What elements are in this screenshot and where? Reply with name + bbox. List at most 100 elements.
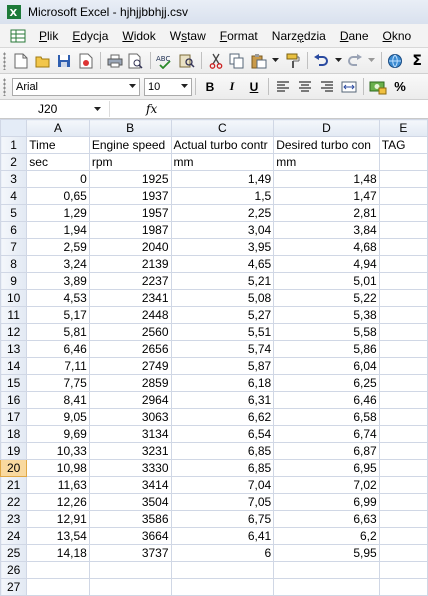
menu-insert[interactable]: Wstaw bbox=[170, 29, 206, 43]
cell-d8[interactable]: 4,94 bbox=[273, 255, 380, 273]
cell-b25[interactable]: 3737 bbox=[88, 544, 172, 562]
row-header[interactable]: 16 bbox=[0, 391, 28, 409]
cell-e22[interactable] bbox=[378, 493, 428, 511]
row-header[interactable]: 5 bbox=[0, 204, 28, 222]
cell-d19[interactable]: 6,87 bbox=[273, 442, 380, 460]
format-painter-icon[interactable] bbox=[284, 52, 302, 70]
cell-b9[interactable]: 2237 bbox=[88, 272, 172, 290]
row-header[interactable]: 27 bbox=[0, 578, 28, 596]
row-header[interactable]: 12 bbox=[0, 323, 28, 341]
cell-c24[interactable]: 6,41 bbox=[170, 527, 275, 545]
spelling-icon[interactable]: ABC bbox=[156, 52, 174, 70]
cell-c16[interactable]: 6,31 bbox=[170, 391, 275, 409]
row-header[interactable]: 6 bbox=[0, 221, 28, 239]
row-header[interactable]: 21 bbox=[0, 476, 28, 494]
row-header[interactable]: 7 bbox=[0, 238, 28, 256]
cell-d18[interactable]: 6,74 bbox=[273, 425, 380, 443]
insert-function-icon[interactable]: fx bbox=[146, 102, 157, 116]
cell-b7[interactable]: 2040 bbox=[88, 238, 172, 256]
cell-c19[interactable]: 6,85 bbox=[170, 442, 275, 460]
cell-e2[interactable] bbox=[378, 153, 428, 171]
cell-e17[interactable] bbox=[378, 408, 428, 426]
cell-d21[interactable]: 7,02 bbox=[273, 476, 380, 494]
row-header[interactable]: 4 bbox=[0, 187, 28, 205]
row-header[interactable]: 8 bbox=[0, 255, 28, 273]
row-header[interactable]: 19 bbox=[0, 442, 28, 460]
cell-c2[interactable]: mm bbox=[170, 153, 275, 171]
cell-a12[interactable]: 5,81 bbox=[26, 323, 90, 341]
cell-c7[interactable]: 3,95 bbox=[170, 238, 275, 256]
paste-icon[interactable] bbox=[250, 52, 268, 70]
menu-edit[interactable]: Edycja bbox=[72, 29, 108, 43]
cell-d1[interactable]: Desired turbo con bbox=[273, 136, 380, 154]
cell-d3[interactable]: 1,48 bbox=[273, 170, 380, 188]
cell-e1[interactable]: TAG bbox=[378, 136, 428, 154]
cell-c4[interactable]: 1,5 bbox=[170, 187, 275, 205]
menu-data[interactable]: Dane bbox=[340, 29, 369, 43]
cell-d9[interactable]: 5,01 bbox=[273, 272, 380, 290]
cell-e15[interactable] bbox=[378, 374, 428, 392]
cell-e18[interactable] bbox=[378, 425, 428, 443]
cell-e20[interactable] bbox=[378, 459, 428, 477]
cell-e12[interactable] bbox=[378, 323, 428, 341]
cell-e5[interactable] bbox=[378, 204, 428, 222]
cell-c8[interactable]: 4,65 bbox=[170, 255, 275, 273]
cell-a13[interactable]: 6,46 bbox=[26, 340, 90, 358]
bold-button[interactable]: B bbox=[200, 78, 220, 96]
cell-c5[interactable]: 2,25 bbox=[170, 204, 275, 222]
row-header[interactable]: 17 bbox=[0, 408, 28, 426]
cell-b4[interactable]: 1937 bbox=[88, 187, 172, 205]
cell-e27[interactable] bbox=[378, 578, 428, 596]
cell-c10[interactable]: 5,08 bbox=[170, 289, 275, 307]
column-header-a[interactable]: A bbox=[26, 119, 90, 137]
open-icon[interactable] bbox=[34, 52, 52, 70]
menu-view[interactable]: Widok bbox=[122, 29, 155, 43]
cell-a25[interactable]: 14,18 bbox=[26, 544, 90, 562]
undo-dropdown-icon[interactable] bbox=[334, 52, 342, 70]
toolbar-grip[interactable] bbox=[3, 77, 6, 96]
redo-icon[interactable] bbox=[346, 52, 364, 70]
cell-c14[interactable]: 5,87 bbox=[170, 357, 275, 375]
undo-icon[interactable] bbox=[313, 52, 331, 70]
cell-a2[interactable]: sec bbox=[26, 153, 90, 171]
redo-dropdown-icon[interactable] bbox=[368, 52, 376, 70]
cell-e19[interactable] bbox=[378, 442, 428, 460]
cell-c13[interactable]: 5,74 bbox=[170, 340, 275, 358]
cell-a11[interactable]: 5,17 bbox=[26, 306, 90, 324]
cell-a9[interactable]: 3,89 bbox=[26, 272, 90, 290]
cell-d14[interactable]: 6,04 bbox=[273, 357, 380, 375]
cell-c12[interactable]: 5,51 bbox=[170, 323, 275, 341]
cell-a15[interactable]: 7,75 bbox=[26, 374, 90, 392]
column-header-c[interactable]: C bbox=[170, 119, 275, 137]
cell-e16[interactable] bbox=[378, 391, 428, 409]
save-icon[interactable] bbox=[55, 52, 73, 70]
cell-d6[interactable]: 3,84 bbox=[273, 221, 380, 239]
column-header-b[interactable]: B bbox=[88, 119, 172, 137]
formula-input[interactable] bbox=[157, 101, 428, 117]
row-header[interactable]: 14 bbox=[0, 357, 28, 375]
cell-d5[interactable]: 2,81 bbox=[273, 204, 380, 222]
cell-d20[interactable]: 6,95 bbox=[273, 459, 380, 477]
cell-d17[interactable]: 6,58 bbox=[273, 408, 380, 426]
cell-a16[interactable]: 8,41 bbox=[26, 391, 90, 409]
cell-c11[interactable]: 5,27 bbox=[170, 306, 275, 324]
cell-e7[interactable] bbox=[378, 238, 428, 256]
cell-d16[interactable]: 6,46 bbox=[273, 391, 380, 409]
cell-b2[interactable]: rpm bbox=[88, 153, 172, 171]
cell-c20[interactable]: 6,85 bbox=[170, 459, 275, 477]
permission-icon[interactable] bbox=[77, 52, 95, 70]
cell-c1[interactable]: Actual turbo contr bbox=[170, 136, 275, 154]
row-header[interactable]: 11 bbox=[0, 306, 28, 324]
cell-c21[interactable]: 7,04 bbox=[170, 476, 275, 494]
cell-e3[interactable] bbox=[378, 170, 428, 188]
currency-icon[interactable] bbox=[368, 78, 388, 96]
menu-tools[interactable]: Narzędzia bbox=[272, 29, 326, 43]
cell-c17[interactable]: 6,62 bbox=[170, 408, 275, 426]
row-header[interactable]: 15 bbox=[0, 374, 28, 392]
row-header[interactable]: 25 bbox=[0, 544, 28, 562]
select-all-corner[interactable] bbox=[0, 119, 28, 137]
cell-a23[interactable]: 12,91 bbox=[26, 510, 90, 528]
cell-e9[interactable] bbox=[378, 272, 428, 290]
row-header[interactable]: 18 bbox=[0, 425, 28, 443]
autosum-icon[interactable]: Σ bbox=[408, 52, 426, 70]
